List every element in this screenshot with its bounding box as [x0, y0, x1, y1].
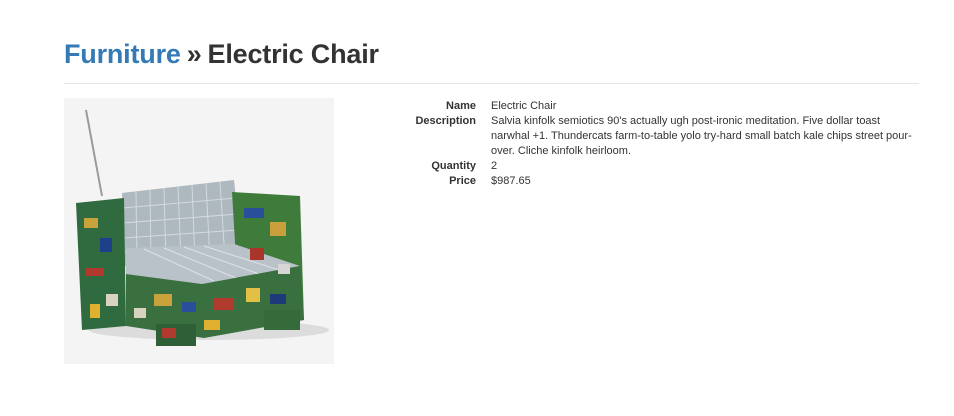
quantity-value: 2: [491, 160, 498, 172]
product-title: Electric Chair: [207, 39, 379, 69]
description-value: Salvia kinfolk semiotics 90's actually u…: [491, 115, 912, 157]
breadcrumb-furniture-link[interactable]: Furniture: [64, 39, 181, 69]
electronic-chair-photo: [64, 98, 334, 364]
detail-row-quantity: Quantity 2: [406, 159, 926, 174]
name-label: Name: [446, 100, 476, 112]
name-value: Electric Chair: [491, 100, 557, 112]
quantity-label: Quantity: [431, 160, 476, 172]
price-label: Price: [449, 175, 476, 187]
detail-row-price: Price $987.65: [406, 174, 926, 189]
description-label: Description: [415, 115, 476, 127]
detail-row-name: Name Electric Chair: [406, 99, 926, 114]
product-details: Name Electric Chair Description Salvia k…: [406, 99, 926, 189]
price-value: $987.65: [491, 175, 531, 187]
product-image: [64, 98, 334, 364]
page-title: Furniture» Electric Chair: [64, 38, 919, 70]
detail-row-description: Description Salvia kinfolk semiotics 90'…: [406, 114, 926, 159]
page-header: Furniture» Electric Chair: [64, 38, 919, 84]
breadcrumb-separator: »: [186, 39, 202, 69]
